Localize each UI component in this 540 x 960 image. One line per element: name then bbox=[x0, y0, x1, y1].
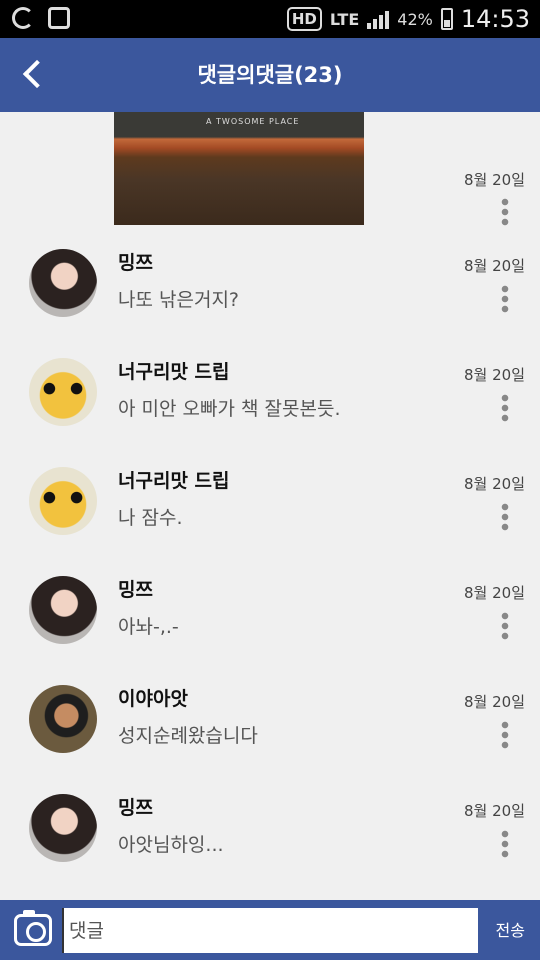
comment-date: 8월 20일 bbox=[464, 584, 525, 602]
battery-icon bbox=[440, 8, 453, 30]
comment-text: 아놔-,.- bbox=[118, 616, 179, 638]
more-options-icon[interactable] bbox=[500, 197, 510, 227]
clock: 14:53 bbox=[460, 5, 530, 33]
battery-percent: 42% bbox=[397, 9, 433, 29]
comment-text: 아 미안 오빠가 책 잘못본듯. bbox=[118, 398, 341, 420]
comment-date: 8월 20일 bbox=[464, 693, 525, 711]
list-item[interactable]: 너구리맛 드립아 미안 오빠가 책 잘못본듯. 8월 20일 bbox=[0, 352, 540, 461]
comment-date: 8월 20일 bbox=[464, 257, 525, 275]
comment-date: 8월 20일 bbox=[464, 366, 525, 384]
more-options-icon[interactable] bbox=[500, 502, 510, 532]
avatar[interactable] bbox=[29, 576, 97, 644]
attached-photo[interactable]: A TWOSOME PLACE bbox=[114, 112, 364, 225]
photo-date: 8월 20일 bbox=[464, 171, 525, 189]
camera-icon[interactable] bbox=[14, 910, 52, 946]
sync-icon bbox=[12, 7, 34, 29]
list-item[interactable]: 밍쯔나또 낚은거지? 8월 20일 bbox=[0, 243, 540, 352]
comment-text: 나또 낚은거지? bbox=[118, 289, 240, 311]
page-title: 댓글의댓글(23) bbox=[197, 63, 343, 87]
comment-date: 8월 20일 bbox=[464, 475, 525, 493]
photo-caption: A TWOSOME PLACE bbox=[206, 117, 300, 126]
comment-input[interactable] bbox=[62, 908, 478, 953]
more-options-icon[interactable] bbox=[500, 393, 510, 423]
comment-text: 아앗님하잉... bbox=[118, 834, 224, 856]
list-item[interactable]: 밍쯔아앗님하잉... 8월 20일 bbox=[0, 788, 540, 897]
comment-list[interactable]: A TWOSOME PLACE 8월 20일 밍쯔 나또 낚은거지? 8월 20일 너… bbox=[0, 112, 540, 900]
avatar[interactable] bbox=[29, 794, 97, 862]
more-options-icon[interactable] bbox=[500, 720, 510, 750]
more-options-icon[interactable] bbox=[500, 284, 510, 314]
comment-author[interactable]: 이야아앗 bbox=[118, 684, 188, 711]
comment-text: 나 잠수. bbox=[118, 507, 183, 529]
list-item[interactable]: 너구리맛 드립나 잠수. 8월 20일 bbox=[0, 461, 540, 570]
more-options-icon[interactable] bbox=[500, 611, 510, 641]
status-left-icons bbox=[12, 7, 70, 29]
comment-author[interactable]: 밍쯔 bbox=[118, 793, 153, 820]
network-type: LTE bbox=[329, 9, 360, 29]
comment-date: 8월 20일 bbox=[464, 802, 525, 820]
comment-composer: 전송 bbox=[0, 900, 540, 960]
comment-author[interactable]: 밍쯔 bbox=[118, 248, 153, 275]
list-item[interactable]: 이야아앗성지순례왔습니다 8월 20일 bbox=[0, 679, 540, 788]
more-options-icon[interactable] bbox=[500, 829, 510, 859]
avatar[interactable] bbox=[29, 358, 97, 426]
signal-icon bbox=[367, 9, 390, 29]
avatar[interactable] bbox=[29, 685, 97, 753]
list-item[interactable]: 밍쯔아놔-,.- 8월 20일 bbox=[0, 570, 540, 679]
send-button[interactable]: 전송 bbox=[496, 908, 525, 953]
status-bar: HD LTE 42% 14:53 bbox=[0, 0, 540, 38]
avatar[interactable] bbox=[29, 467, 97, 535]
comment-text: 성지순례왔습니다 bbox=[118, 725, 258, 747]
comment-author[interactable]: 너구리맛 드립 bbox=[118, 466, 230, 493]
avatar[interactable] bbox=[29, 249, 97, 317]
app-header: 댓글의댓글(23) bbox=[0, 38, 540, 112]
comment-author[interactable]: 밍쯔 bbox=[118, 575, 153, 602]
status-right: HD LTE 42% 14:53 bbox=[286, 0, 530, 38]
hd-badge: HD bbox=[286, 7, 322, 31]
comment-author[interactable]: 너구리맛 드립 bbox=[118, 357, 230, 384]
image-icon bbox=[48, 7, 70, 29]
